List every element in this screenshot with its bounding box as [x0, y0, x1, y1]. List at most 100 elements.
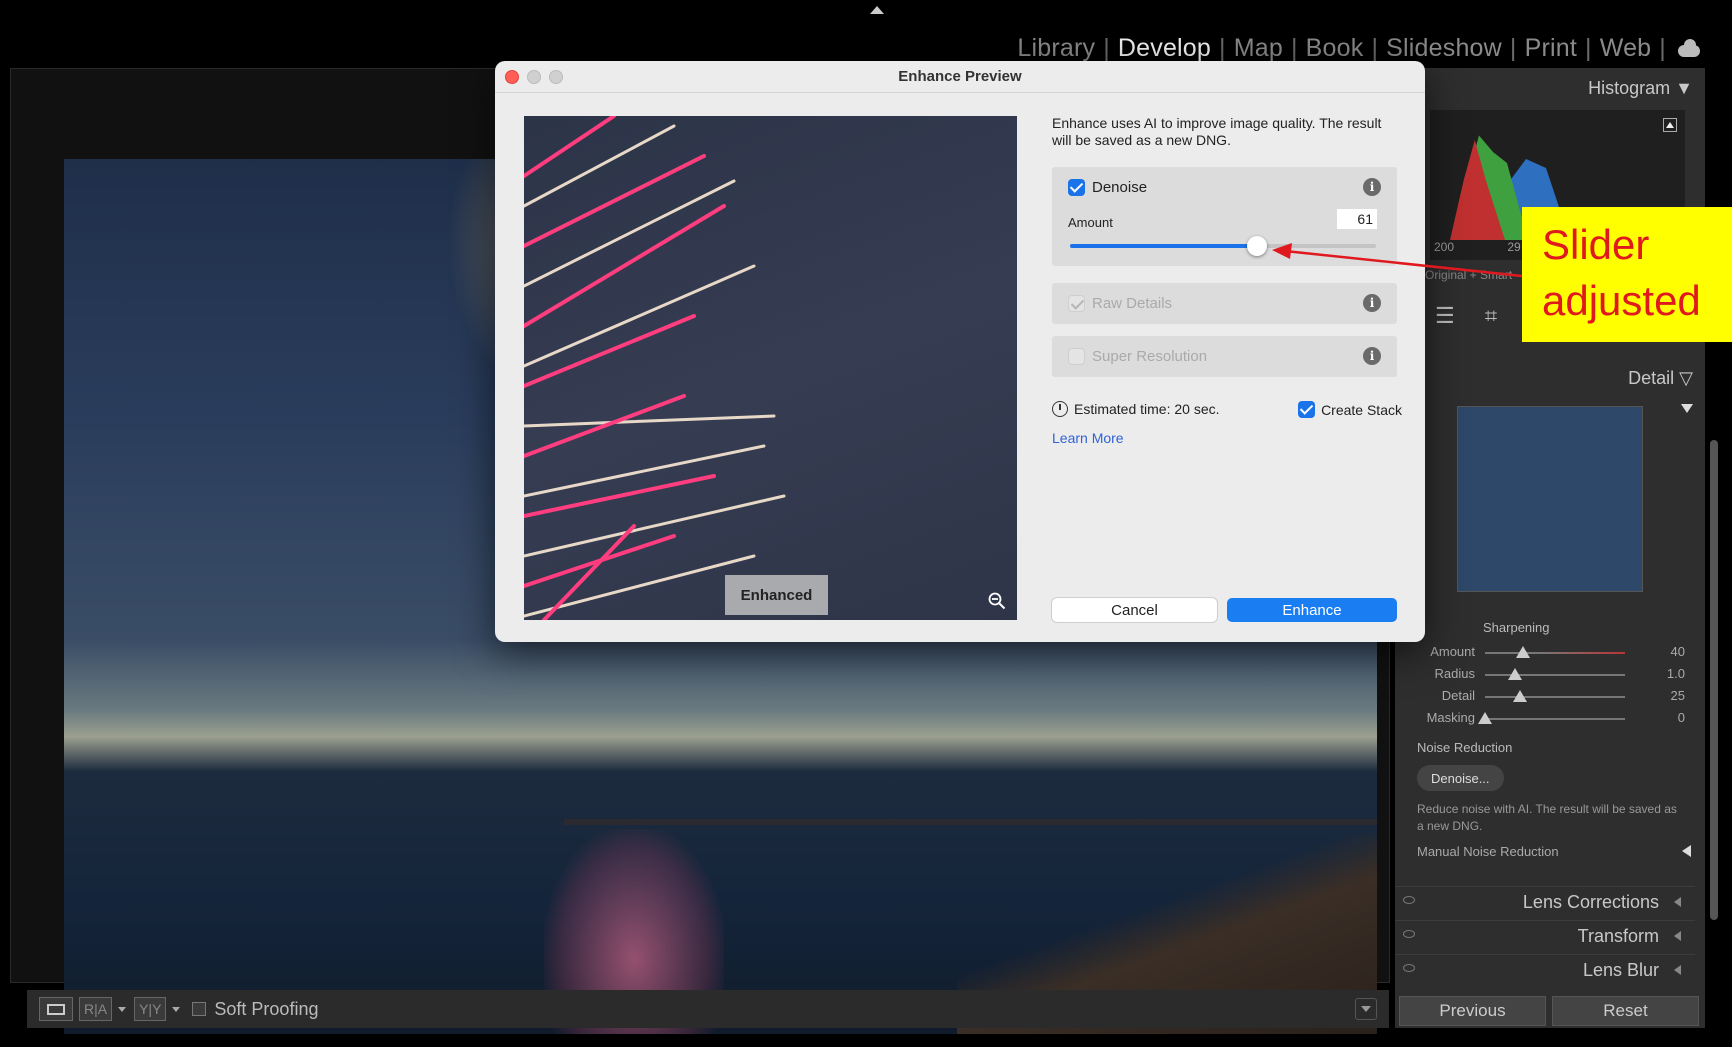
slider-track[interactable] — [1485, 696, 1625, 698]
slider-label: Amount — [1430, 644, 1475, 659]
sharpening-amount-row[interactable]: Amount 40 — [1395, 642, 1695, 662]
zoom-out-icon[interactable] — [988, 592, 1006, 610]
eye-icon[interactable] — [1403, 896, 1415, 904]
estimated-time: Estimated time: 20 sec. — [1052, 401, 1220, 417]
enhance-button[interactable]: Enhance — [1227, 598, 1397, 622]
module-separator: | — [1290, 33, 1298, 62]
histogram-info: Original + Smart — [1425, 268, 1513, 282]
minimize-window-button[interactable] — [527, 70, 541, 84]
detail-title: Detail — [1628, 368, 1675, 388]
sharpening-detail-row[interactable]: Detail 25 — [1395, 686, 1695, 706]
enhance-options: Enhance uses AI to improve image quality… — [1052, 61, 1402, 642]
before-after-button[interactable]: R|A — [79, 997, 113, 1021]
detail-preview[interactable] — [1457, 406, 1643, 592]
section-title: Lens Blur — [1582, 960, 1659, 980]
amount-slider[interactable] — [1070, 236, 1376, 256]
section-title: Lens Corrections — [1522, 892, 1659, 912]
cancel-button[interactable]: Cancel — [1052, 598, 1217, 622]
slider-value[interactable]: 0 — [1678, 710, 1685, 725]
noise-reduction-description: Reduce noise with AI. The result will be… — [1417, 802, 1677, 833]
sharpening-radius-row[interactable]: Radius 1.0 — [1395, 664, 1695, 684]
reset-button[interactable]: Reset — [1552, 996, 1699, 1026]
histogram-header[interactable]: Histogram ▼ — [1588, 78, 1693, 99]
slider-track[interactable] — [1485, 652, 1625, 654]
amount-value-field[interactable]: 61 — [1337, 209, 1377, 229]
loupe-view-button[interactable] — [39, 997, 73, 1021]
detail-header[interactable]: Detail ▽ — [1628, 368, 1693, 389]
maximize-window-button[interactable] — [549, 70, 563, 84]
raw-details-label: Raw Details — [1092, 295, 1173, 312]
right-panel-scrollbar[interactable] — [1710, 440, 1718, 920]
before-after-split-button[interactable]: Y|Y — [134, 997, 167, 1021]
histogram-tick: 200 — [1434, 240, 1455, 254]
slider-track[interactable] — [1485, 718, 1625, 720]
collapse-arrow-icon[interactable] — [1674, 965, 1681, 975]
collapse-arrow-icon[interactable] — [1674, 897, 1681, 907]
dialog-title: Enhance Preview — [898, 68, 1022, 85]
estimated-time-text: Estimated time: 20 sec. — [1074, 401, 1220, 417]
crop-icon[interactable]: ⌗ — [1485, 303, 1497, 329]
slider-knob[interactable] — [1478, 712, 1492, 724]
eye-icon[interactable] — [1403, 964, 1415, 972]
annotation-callout: Slider adjusted — [1522, 207, 1732, 342]
section-transform[interactable]: Transform — [1395, 920, 1695, 950]
eye-icon[interactable] — [1403, 930, 1415, 938]
detail-preview-toggle-icon[interactable] — [1681, 404, 1693, 413]
create-stack[interactable]: Create Stack — [1298, 401, 1402, 418]
learn-more-link[interactable]: Learn More — [1052, 430, 1124, 446]
section-title: Transform — [1577, 926, 1659, 946]
previous-button[interactable]: Previous — [1399, 996, 1546, 1026]
stopwatch-icon — [1052, 401, 1068, 417]
collapse-arrow-icon[interactable] — [1674, 931, 1681, 941]
edit-sliders-icon[interactable]: ☰ — [1435, 303, 1455, 329]
cloud-sync-icon[interactable] — [1676, 39, 1702, 57]
enhance-preview-image[interactable]: Enhanced — [524, 116, 1017, 620]
slider-knob[interactable] — [1516, 646, 1530, 658]
raw-details-checkbox — [1068, 295, 1085, 312]
module-book[interactable]: Book — [1298, 34, 1372, 63]
amount-label: Amount — [1068, 215, 1113, 230]
toolbar-menu-button[interactable] — [1355, 998, 1377, 1020]
module-separator: | — [1659, 33, 1666, 62]
amount-slider-knob[interactable] — [1246, 236, 1267, 256]
amount-slider-fill — [1070, 244, 1257, 248]
info-icon[interactable]: i — [1363, 178, 1381, 196]
slider-track[interactable] — [1485, 674, 1625, 676]
pier — [564, 819, 1377, 825]
close-window-button[interactable] — [505, 70, 519, 84]
info-icon[interactable]: i — [1363, 294, 1381, 312]
slider-knob[interactable] — [1508, 668, 1522, 680]
slider-value[interactable]: 40 — [1671, 644, 1685, 659]
top-panel-toggle-icon[interactable] — [870, 6, 884, 14]
manual-noise-reduction[interactable]: Manual Noise Reduction — [1417, 844, 1559, 859]
module-develop[interactable]: Develop — [1110, 34, 1219, 63]
chevron-down-icon[interactable] — [172, 1006, 181, 1012]
denoise-checkbox[interactable] — [1068, 179, 1085, 196]
raw-details-box: Raw Details i — [1052, 283, 1397, 324]
module-web[interactable]: Web — [1592, 34, 1660, 63]
slider-knob[interactable] — [1513, 690, 1527, 702]
sharpening-masking-row[interactable]: Masking 0 — [1395, 708, 1695, 728]
highlight-clipping-icon[interactable] — [1663, 118, 1677, 132]
chevron-down-icon[interactable] — [118, 1006, 127, 1012]
module-separator: | — [1509, 33, 1517, 62]
enhanced-badge: Enhanced — [725, 575, 828, 615]
module-print[interactable]: Print — [1517, 34, 1585, 63]
expand-left-icon[interactable] — [1682, 845, 1691, 857]
slider-value[interactable]: 25 — [1671, 688, 1685, 703]
slider-value[interactable]: 1.0 — [1667, 666, 1685, 681]
module-map[interactable]: Map — [1226, 34, 1291, 63]
enhance-intro-text: Enhance uses AI to improve image quality… — [1052, 115, 1382, 148]
denoise-button[interactable]: Denoise... — [1417, 765, 1504, 791]
section-lens-blur[interactable]: Lens Blur — [1395, 954, 1695, 984]
panel-bottom-buttons: Previous Reset — [1399, 996, 1699, 1026]
module-library[interactable]: Library — [1009, 34, 1103, 63]
section-lens-corrections[interactable]: Lens Corrections — [1395, 886, 1695, 916]
info-icon[interactable]: i — [1363, 347, 1381, 365]
lightroom-develop-window: Library | Develop | Map | Book | Slidesh… — [0, 0, 1732, 1047]
firework-streaks — [524, 116, 786, 620]
sharpening-title: Sharpening — [1483, 620, 1550, 635]
soft-proofing-checkbox[interactable] — [192, 1002, 207, 1016]
create-stack-checkbox[interactable] — [1298, 401, 1316, 418]
module-slideshow[interactable]: Slideshow — [1378, 34, 1510, 63]
